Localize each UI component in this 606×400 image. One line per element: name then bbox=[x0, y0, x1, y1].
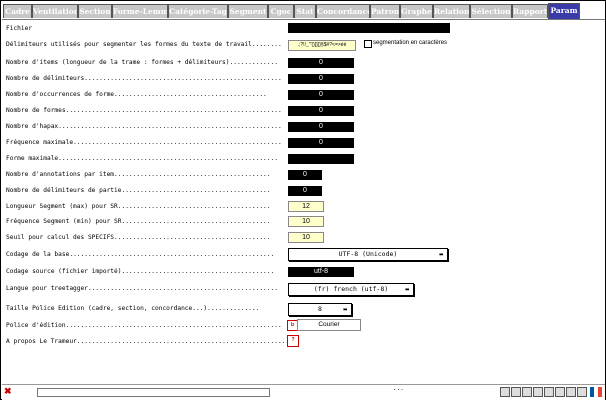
tab-ventilation[interactable]: Ventilation bbox=[32, 4, 78, 18]
chevron-down-icon: ▬ bbox=[405, 286, 409, 293]
close-icon[interactable]: ✖ bbox=[4, 386, 12, 397]
label-nb-items: Nombre d'items (longueur de la trame : f… bbox=[6, 59, 278, 66]
segmentation-caracteres-label: segmentation en caractères bbox=[373, 40, 448, 46]
label-a-propos: A propos Le Trameur.....................… bbox=[6, 338, 293, 345]
tab-bar: Cadre Ventilation Section Forme-Lemme Ca… bbox=[2, 3, 605, 19]
tab-concordance[interactable]: Concordance bbox=[316, 4, 370, 18]
progress-bar bbox=[37, 388, 270, 397]
tab-param[interactable]: Param bbox=[548, 3, 580, 19]
toolbar-icon-5[interactable] bbox=[544, 387, 554, 397]
label-nb-annotations: Nombre d'annotations par item...........… bbox=[6, 171, 271, 178]
chevron-down-icon: ▬ bbox=[343, 306, 347, 313]
tab-segment[interactable]: Segment bbox=[228, 4, 268, 18]
tab-selection[interactable]: Sélection bbox=[470, 4, 512, 18]
toolbar-icon-8[interactable] bbox=[577, 387, 587, 397]
nb-delim-partie-value: 0 bbox=[288, 186, 322, 196]
fichier-field[interactable] bbox=[288, 23, 450, 33]
nb-annotations-value: 0 bbox=[288, 170, 322, 180]
freq-max-value: 0 bbox=[288, 138, 354, 148]
status-bar: ✖ ... bbox=[2, 384, 605, 400]
tab-rapport[interactable]: Rapport bbox=[512, 4, 548, 18]
status-dots: ... bbox=[393, 385, 404, 392]
nb-hapax-value: 0 bbox=[288, 122, 354, 132]
label-nb-delimiteurs: Nombre de délimiteurs...................… bbox=[6, 75, 282, 82]
tab-stat[interactable]: Stat bbox=[294, 4, 316, 18]
label-nb-hapax: Nombre d'hapax..........................… bbox=[6, 123, 282, 130]
nb-occurrences-value: 0 bbox=[288, 90, 354, 100]
tab-relation[interactable]: Relation bbox=[433, 4, 470, 18]
label-seg-max: Longueur Segment (max) pour SR..........… bbox=[6, 203, 271, 210]
codage-base-select[interactable]: UTF-8 (Unicode) ▬ bbox=[288, 248, 448, 261]
forme-max-value bbox=[288, 154, 354, 164]
nb-items-value: 0 bbox=[288, 58, 354, 68]
label-seg-min: Fréquence Segment (min) pour SR.........… bbox=[6, 218, 271, 225]
toolbar-icon-1[interactable] bbox=[500, 387, 510, 397]
tab-categorie-tag[interactable]: Catégorie-Tag bbox=[168, 4, 228, 18]
label-delimiteurs: Délimiteurs utilisés pour segmenter les … bbox=[6, 41, 282, 48]
label-codage-source: Codage source (fichier importé).........… bbox=[6, 268, 275, 275]
tab-cadre[interactable]: Cadre bbox=[3, 4, 32, 18]
label-forme-max: Forme maximale..........................… bbox=[6, 155, 278, 162]
taille-police-select[interactable]: 8 ▬ bbox=[288, 303, 352, 316]
seg-min-field[interactable]: 10 bbox=[288, 216, 324, 227]
seg-max-field[interactable]: 12 bbox=[288, 201, 324, 212]
app-window: Cadre Ventilation Section Forme-Lemme Ca… bbox=[0, 0, 606, 400]
label-nb-delim-partie: Nombre de délimiteurs de partie.........… bbox=[6, 187, 271, 194]
langue-treetagger-select[interactable]: (fr) french (utf-8) ▬ bbox=[288, 283, 414, 296]
tab-patron[interactable]: Patron bbox=[370, 4, 400, 18]
label-langue-treetagger: Langue pour treetagger..................… bbox=[6, 285, 278, 292]
nb-delimiteurs-value: 0 bbox=[288, 74, 354, 84]
delimiteurs-field[interactable]: .;?!/_'"()[]{}§$#?<=>éè bbox=[288, 40, 356, 51]
seuil-specifs-field[interactable]: 10 bbox=[288, 232, 324, 243]
label-codage-base: Codage de la base.......................… bbox=[6, 251, 275, 258]
codage-source-value: utf-8 bbox=[288, 267, 354, 277]
label-fichier: Fichier bbox=[6, 25, 33, 32]
label-nb-occurrences: Nombre d'occurrences de forme...........… bbox=[6, 91, 267, 98]
segmentation-caracteres-checkbox[interactable] bbox=[364, 40, 372, 48]
toolbar-icon-3[interactable] bbox=[522, 387, 532, 397]
toolbar-icon-6[interactable] bbox=[555, 387, 565, 397]
toolbar-icon-7[interactable] bbox=[566, 387, 576, 397]
about-icon[interactable]: ? bbox=[287, 335, 299, 347]
tab-graphe[interactable]: Graphe bbox=[400, 4, 433, 18]
tab-section[interactable]: Section bbox=[78, 4, 112, 18]
label-police-edition: Police d'édition........................… bbox=[6, 322, 282, 329]
toolbar-icon-4[interactable] bbox=[533, 387, 543, 397]
nb-formes-value: 0 bbox=[288, 106, 354, 116]
tab-cgoc[interactable]: Cgoc bbox=[268, 4, 294, 18]
label-nb-formes: Nombre de formes........................… bbox=[6, 107, 282, 114]
police-edition-button[interactable]: Courier bbox=[297, 319, 361, 331]
chevron-down-icon: ▬ bbox=[439, 251, 443, 258]
flag-icon[interactable] bbox=[590, 387, 602, 397]
toolbar-icon-2[interactable] bbox=[511, 387, 521, 397]
param-panel: Fichier Délimiteurs utilisés pour segmen… bbox=[2, 19, 605, 384]
label-taille-police: Taille Police Edition (cadre, section, c… bbox=[6, 305, 260, 312]
label-seuil-specifs: Seuil pour calcul des SPECIFS...........… bbox=[6, 234, 271, 241]
label-freq-max: Fréquence maximale......................… bbox=[6, 139, 282, 146]
tab-forme-lemme[interactable]: Forme-Lemme bbox=[112, 4, 168, 18]
